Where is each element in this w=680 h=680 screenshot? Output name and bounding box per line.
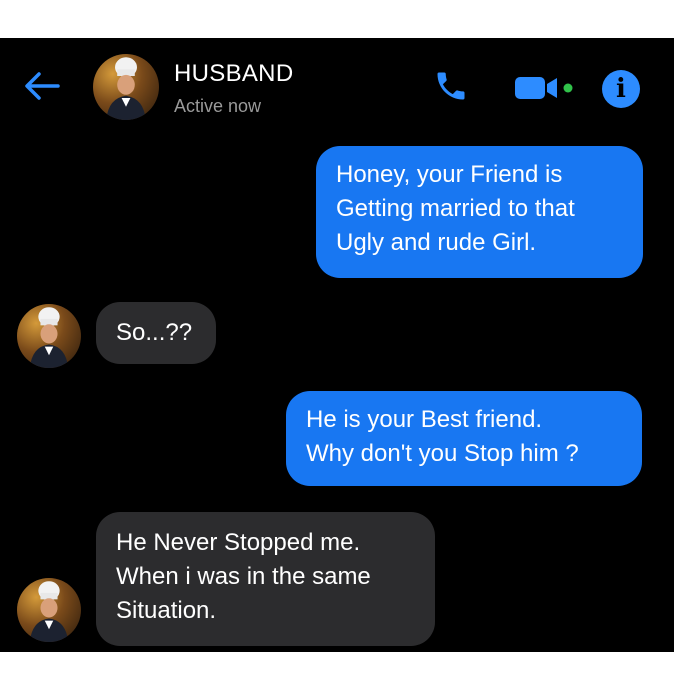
contact-avatar-small [17, 304, 81, 368]
message-bubble-received[interactable]: So...?? [96, 302, 216, 364]
chat-screen: HUSBAND Active now i Honey, your Friend … [0, 38, 674, 652]
back-arrow-icon[interactable] [22, 68, 62, 104]
message-bubble-sent[interactable]: Honey, your Friend is Getting married to… [316, 146, 643, 278]
message-bubble-received[interactable]: He Never Stopped me. When i was in the s… [96, 512, 435, 646]
message-bubble-sent[interactable]: He is your Best friend. Why don't you St… [286, 391, 642, 486]
contact-avatar-small [17, 578, 81, 642]
active-status: Active now [174, 96, 262, 116]
contact-avatar[interactable] [93, 54, 159, 120]
info-icon[interactable]: i [602, 70, 640, 108]
contact-name: HUSBAND [174, 60, 294, 87]
video-camera-icon[interactable] [513, 74, 575, 102]
phone-icon[interactable] [433, 68, 469, 104]
image-border [0, 652, 680, 680]
